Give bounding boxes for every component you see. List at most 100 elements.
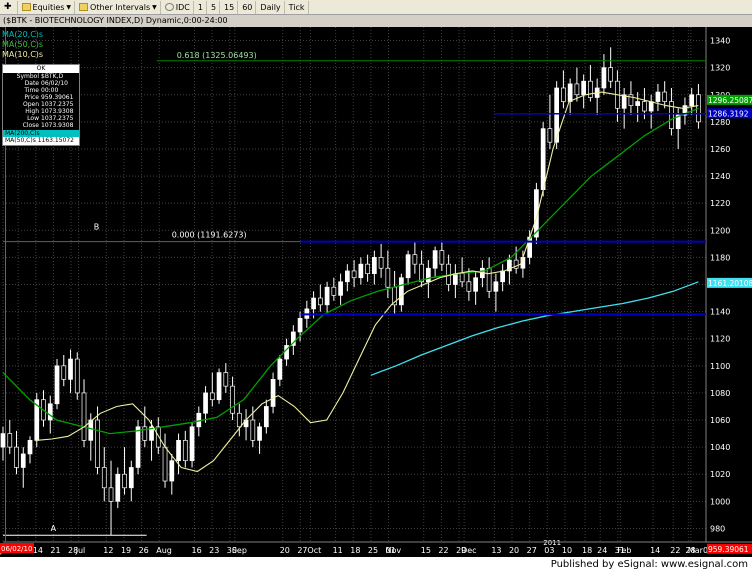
chart-area[interactable]: 9801000102010401060108011001120114011601… bbox=[0, 27, 752, 557]
candle-body bbox=[270, 379, 276, 407]
marker-b-label: B bbox=[94, 223, 100, 232]
candle-body bbox=[108, 487, 114, 502]
toolbar-item-label: Daily bbox=[260, 2, 281, 12]
toolbar-item-5[interactable]: 5 bbox=[208, 0, 221, 14]
data-window-ma-row: MA(50,C)s 1163.15072 bbox=[3, 137, 79, 145]
data-window-row: Close 1073.9308 bbox=[3, 122, 79, 129]
x-tick-label: 22 bbox=[438, 546, 448, 555]
x-tick-label: 10 bbox=[562, 546, 572, 555]
candle-body bbox=[426, 267, 431, 283]
data-window-value: 00:00 bbox=[41, 87, 59, 94]
candle-body bbox=[277, 358, 283, 380]
toolbar-item-label: Other Intervals bbox=[90, 2, 151, 12]
candle-body bbox=[297, 318, 303, 333]
data-window-key: Low bbox=[27, 115, 39, 122]
x-tick-label: 14 bbox=[650, 546, 660, 555]
candle-body bbox=[311, 297, 316, 310]
candle-body bbox=[155, 426, 161, 448]
toolbar-item-2[interactable]: Other Intervals ▼ bbox=[76, 0, 161, 14]
y-tick-label: 1180 bbox=[710, 253, 730, 262]
candle-body bbox=[581, 80, 587, 96]
fib-0000-label: 0.000 (1191.6273) bbox=[172, 231, 247, 240]
candle-body bbox=[20, 453, 26, 468]
x-tick-label: Sep bbox=[232, 546, 247, 555]
y-tick-label: 1040 bbox=[710, 443, 730, 452]
x-tick-label: Dec bbox=[461, 546, 476, 555]
candle-body bbox=[257, 426, 262, 441]
candle-body bbox=[169, 460, 175, 482]
candle-body bbox=[250, 419, 256, 441]
candle-body bbox=[317, 297, 323, 306]
x-tick-label: 20 bbox=[280, 546, 290, 555]
data-window-header[interactable]: OK bbox=[3, 65, 79, 73]
candle-body bbox=[68, 358, 73, 380]
candle-body bbox=[122, 473, 127, 489]
y-tick-label: 1200 bbox=[710, 226, 730, 235]
candle-body bbox=[635, 101, 641, 106]
data-window-value: 1037.2375 bbox=[41, 101, 74, 108]
data-window-value: 1037.2375 bbox=[41, 115, 74, 122]
data-window-key: Date bbox=[24, 80, 39, 87]
candle-body bbox=[81, 392, 87, 441]
data-window-row: Date 06/02/10 bbox=[3, 80, 79, 87]
toolbar-item-3[interactable]: IDC bbox=[162, 0, 194, 14]
candle-body bbox=[574, 83, 580, 96]
toolbar-item-label: 1 bbox=[197, 2, 203, 12]
candle-body bbox=[459, 273, 465, 283]
toolbar-item-0[interactable]: ✚ bbox=[1, 0, 18, 14]
x-tick-label: 03 bbox=[544, 546, 554, 555]
candle-body bbox=[223, 372, 229, 387]
y-tick-label: 1020 bbox=[710, 470, 730, 479]
candle-body bbox=[547, 128, 553, 143]
data-window-row: Open 1037.2375 bbox=[3, 101, 79, 108]
candle-body bbox=[405, 254, 411, 279]
toolbar-item-4[interactable]: 1 bbox=[195, 0, 207, 14]
candle-body bbox=[365, 263, 370, 275]
price-tag-label: 1286.3192 bbox=[708, 109, 749, 118]
candle-body bbox=[689, 94, 695, 106]
candle-body bbox=[648, 101, 654, 112]
toolbar-item-label: 60 bbox=[242, 2, 253, 12]
candle-body bbox=[203, 392, 208, 414]
toolbar-item-7[interactable]: 60 bbox=[239, 0, 257, 14]
chevron-down-icon: ▼ bbox=[152, 3, 157, 11]
x-tick-label: Nov bbox=[386, 546, 402, 555]
candle-body bbox=[230, 385, 235, 414]
candle-body bbox=[216, 372, 222, 401]
y-tick-label: 1240 bbox=[710, 172, 730, 181]
y-tick-label: 1140 bbox=[710, 308, 730, 317]
price-tag-label: 1296.25087 bbox=[708, 96, 752, 105]
toolbar-item-label: 15 bbox=[224, 2, 235, 12]
data-window-row: High 1073.9308 bbox=[3, 108, 79, 115]
chart-title: ($BTK - BIOTECHNOLOGY INDEX,D) Dynamic,0… bbox=[0, 15, 752, 27]
x-tick-label: Mar bbox=[688, 546, 704, 555]
x-tick-label: 15 bbox=[421, 546, 431, 555]
toolbar-item-label: Tick bbox=[288, 2, 305, 12]
toolbar-item-label: Equities bbox=[32, 2, 65, 12]
candle-body bbox=[358, 263, 364, 279]
toolbar-item-8[interactable]: Daily bbox=[257, 0, 285, 14]
folder-icon bbox=[79, 3, 89, 11]
marker-a-label: A bbox=[51, 524, 57, 533]
candle-body bbox=[621, 94, 627, 109]
x-tick-label: 23 bbox=[209, 546, 219, 555]
x-tick-label: 14 bbox=[33, 546, 43, 555]
toolbar-item-1[interactable]: Equities ▼ bbox=[19, 0, 76, 14]
x-tick-label: 24 bbox=[597, 546, 607, 555]
toolbar-item-6[interactable]: 15 bbox=[221, 0, 239, 14]
candle-body bbox=[466, 281, 472, 292]
x-tick-label: 26 bbox=[139, 546, 149, 555]
candle-body bbox=[95, 419, 100, 468]
candle-body bbox=[54, 365, 60, 405]
data-window-key: High bbox=[25, 108, 39, 115]
x-tick-label: 20 bbox=[509, 546, 519, 555]
candle-body bbox=[263, 406, 269, 428]
candle-body bbox=[115, 473, 121, 502]
candle-body bbox=[351, 270, 357, 279]
candle-body bbox=[47, 403, 53, 421]
candle-body bbox=[608, 67, 614, 82]
x-tick-label: 13 bbox=[491, 546, 501, 555]
data-window-value: 959.39061 bbox=[41, 94, 74, 101]
toolbar-item-9[interactable]: Tick bbox=[286, 0, 309, 14]
candle-body bbox=[500, 270, 505, 283]
